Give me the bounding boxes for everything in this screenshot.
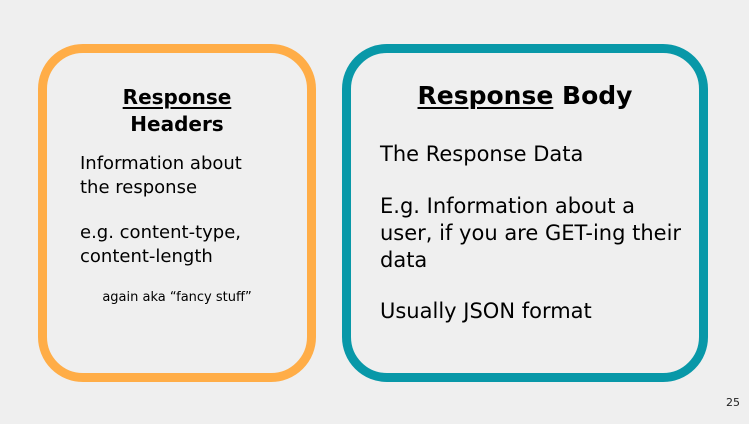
response-headers-card: Response Headers Information about the r…	[38, 44, 316, 382]
response-body-description: The Response Data	[380, 142, 584, 166]
response-body-format: Usually JSON format	[380, 299, 592, 323]
response-body-title-underlined: Response	[417, 81, 554, 110]
response-headers-title-line2: Headers	[130, 112, 224, 136]
response-headers-title-line1: Response	[122, 85, 232, 109]
response-headers-title: Response Headers	[47, 84, 307, 138]
response-headers-examples: e.g. content-type, content-length	[80, 222, 242, 267]
response-headers-note: again aka “fancy stuff”	[102, 290, 252, 305]
slide-number: 25	[726, 396, 740, 409]
response-body-card: Response Body The Response Data E.g. Inf…	[342, 44, 708, 382]
response-headers-description: Information about the response	[80, 153, 242, 198]
response-body-title-rest: Body	[562, 81, 633, 110]
response-body-title: Response Body	[351, 80, 699, 112]
response-body-example: E.g. Information about a user, if you ar…	[380, 194, 682, 272]
